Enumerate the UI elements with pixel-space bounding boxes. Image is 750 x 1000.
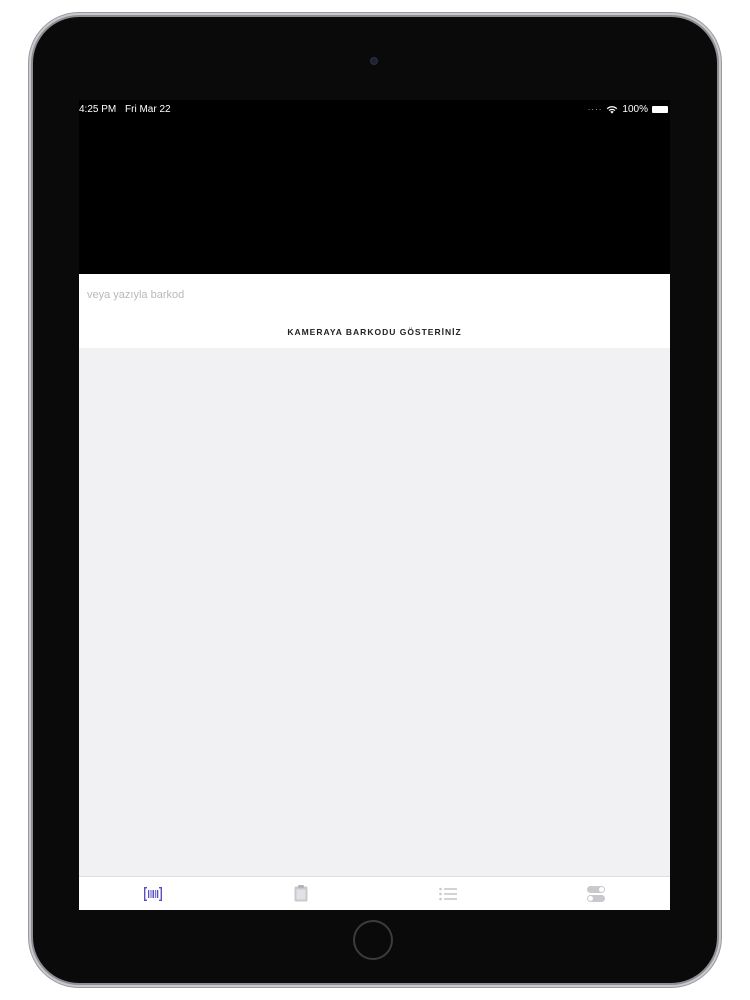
ipad-device-frame: 4:25 PM Fri Mar 22 ···· 100% KAMERAYA BA…: [33, 17, 717, 983]
tab-scan[interactable]: [79, 877, 227, 910]
home-button[interactable]: [353, 920, 393, 960]
barcode-text-input[interactable]: [87, 284, 662, 306]
results-area: [79, 348, 670, 876]
list-icon: [439, 887, 458, 900]
tab-list[interactable]: [375, 877, 523, 910]
clipboard-icon: [294, 885, 308, 902]
barcode-input-panel: KAMERAYA BARKODU GÖSTERİNİZ: [79, 274, 670, 348]
app-screen: 4:25 PM Fri Mar 22 ···· 100% KAMERAYA BA…: [79, 100, 670, 910]
status-time: 4:25 PM: [79, 104, 117, 115]
status-bar: 4:25 PM Fri Mar 22 ···· 100%: [79, 100, 670, 122]
toggles-icon: [587, 885, 606, 902]
barcode-icon: [143, 886, 162, 901]
battery-icon: [652, 106, 668, 113]
tab-bar: [79, 876, 670, 910]
status-date: Fri Mar 22: [125, 104, 171, 115]
tab-settings[interactable]: [522, 877, 670, 910]
status-left: 4:25 PM Fri Mar 22: [79, 104, 177, 115]
battery-percent: 100%: [622, 104, 648, 115]
scan-instruction: KAMERAYA BARKODU GÖSTERİNİZ: [287, 327, 462, 337]
status-right: ···· 100%: [588, 104, 668, 115]
tab-clipboard[interactable]: [227, 877, 375, 910]
camera-preview: [79, 100, 670, 274]
signal-dots-icon: ····: [587, 105, 603, 114]
front-camera: [370, 57, 378, 65]
wifi-icon: [607, 106, 618, 114]
